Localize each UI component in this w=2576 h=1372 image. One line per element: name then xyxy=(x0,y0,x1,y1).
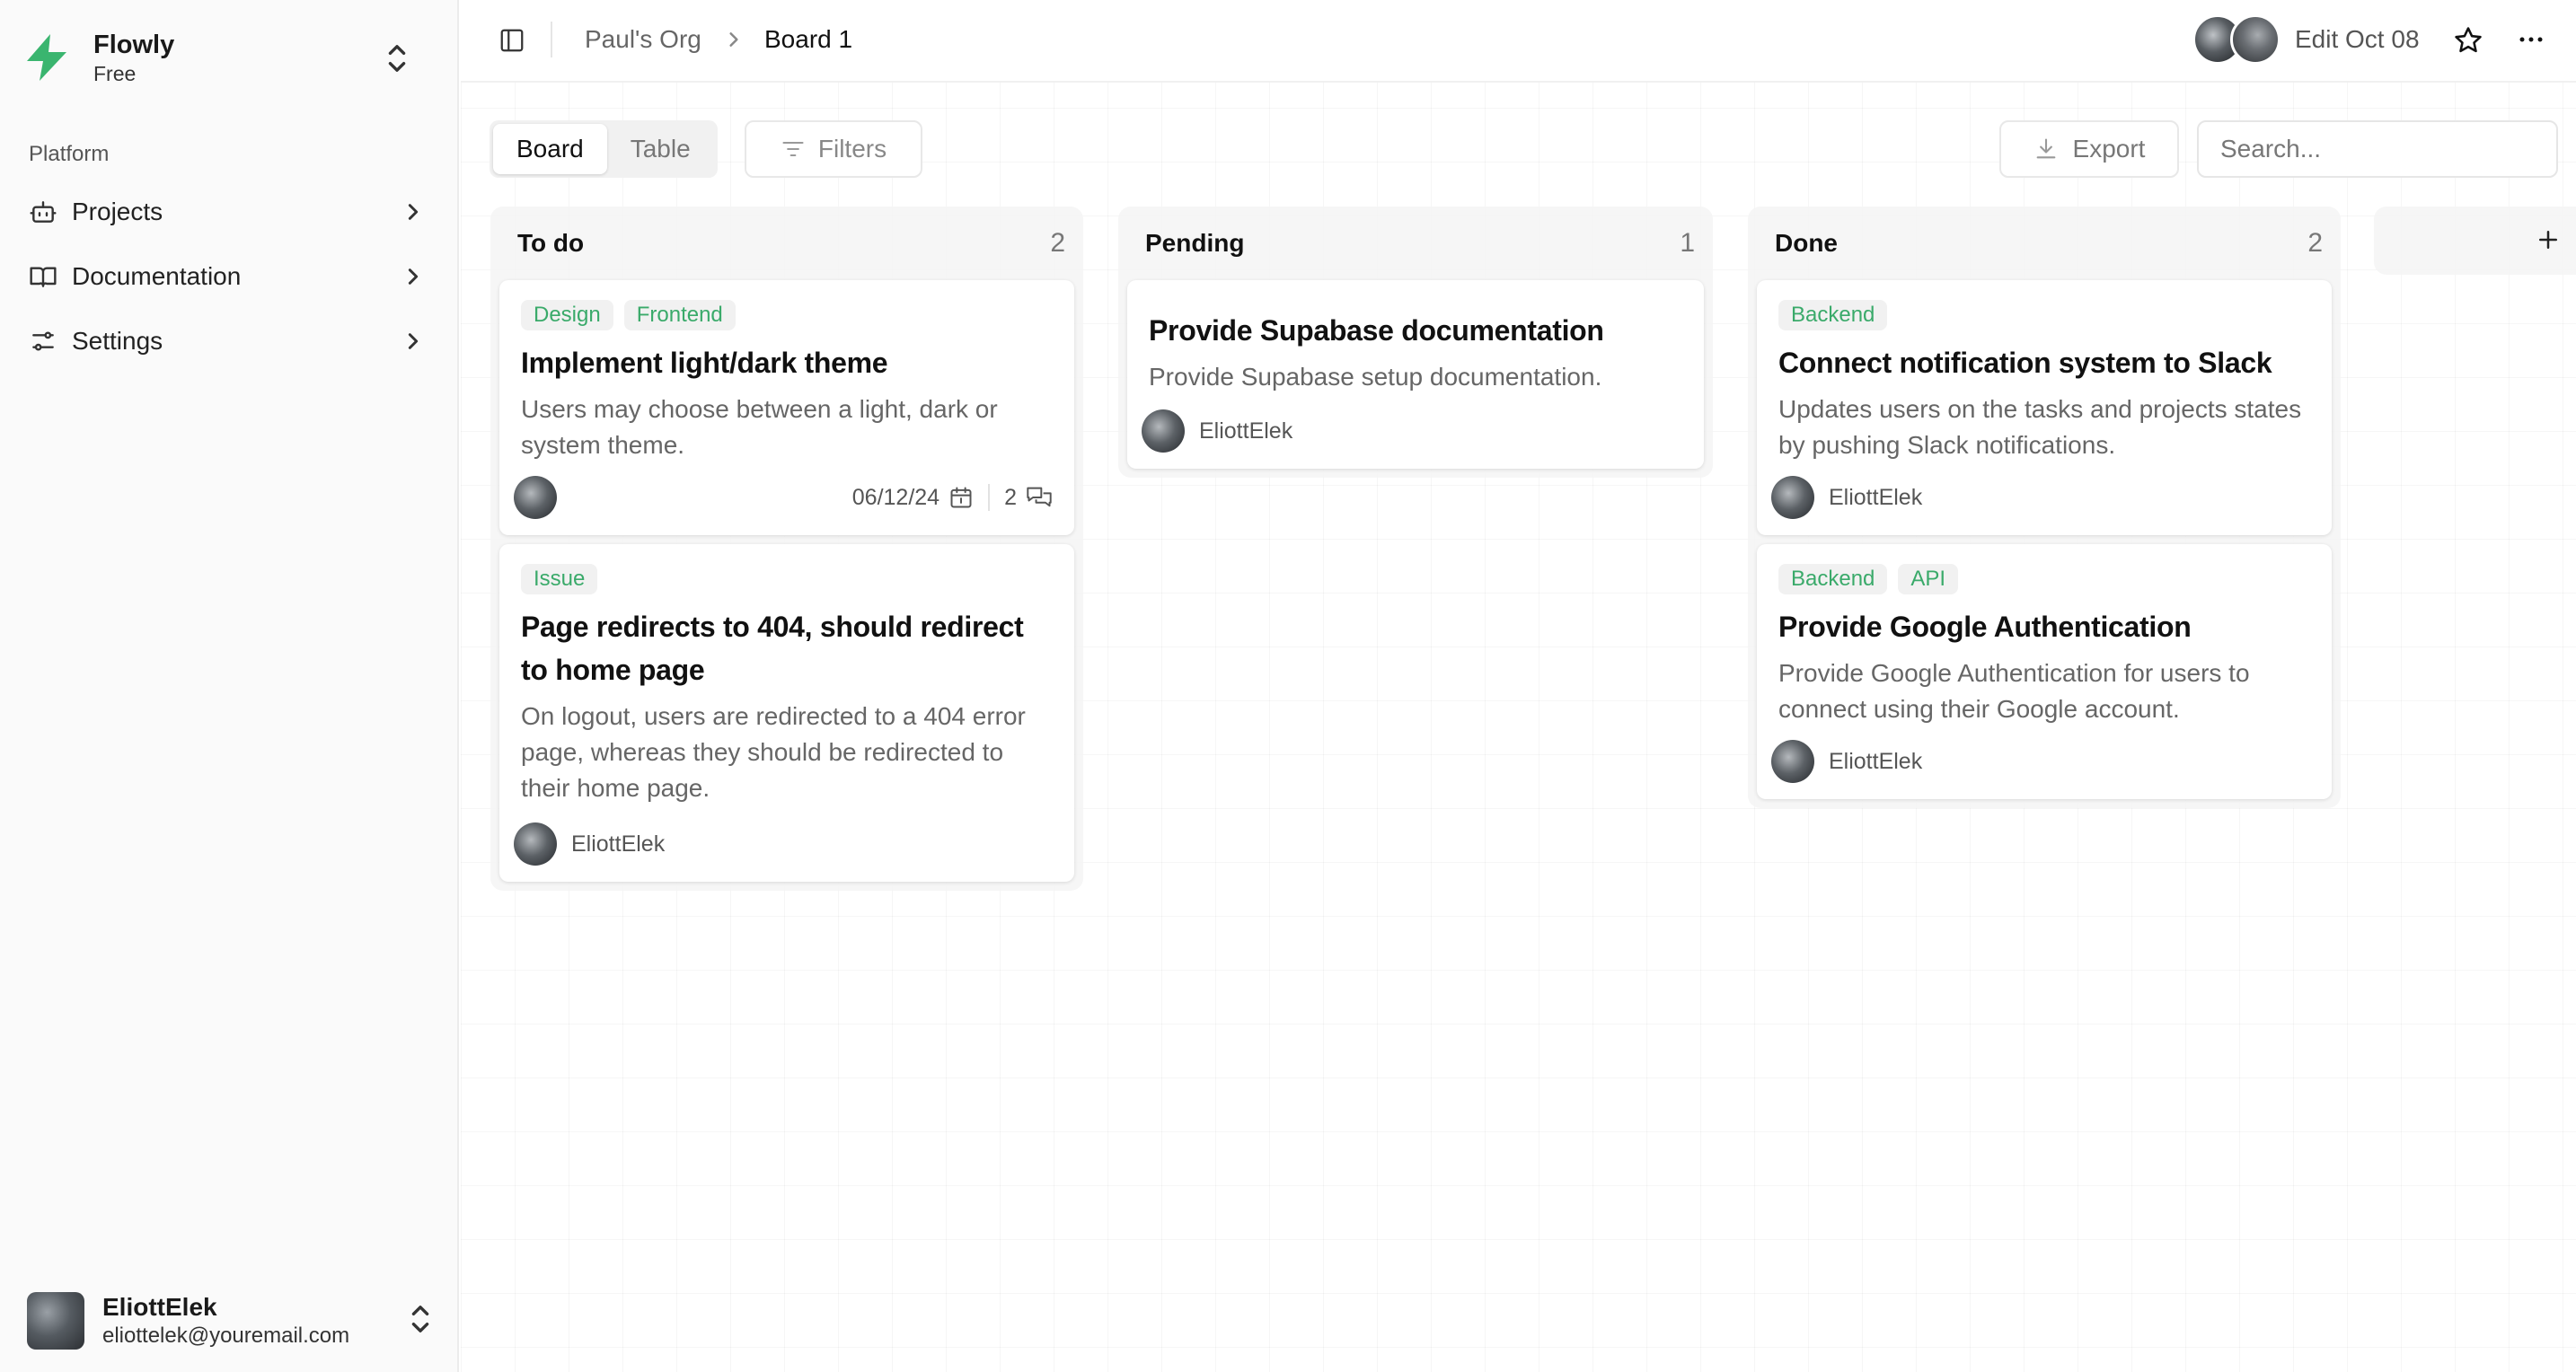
column-todo: To do 2 Design Frontend Implement light/… xyxy=(490,207,1083,891)
card-description: Updates users on the tasks and projects … xyxy=(1778,395,2302,459)
comments-icon xyxy=(1027,487,1052,507)
task-card[interactable]: Issue Page redirects to 404, should redi… xyxy=(499,544,1074,882)
card-description: Provide Supabase setup documentation. xyxy=(1149,363,1602,391)
assignee-name: EliottElek xyxy=(571,831,666,857)
workspace-plan: Free xyxy=(93,62,137,85)
sidebar-item-label: Documentation xyxy=(72,262,242,290)
tag: Backend xyxy=(1778,300,1888,330)
chevron-right-icon xyxy=(729,32,738,47)
star-icon[interactable] xyxy=(2453,25,2483,56)
tag: Issue xyxy=(521,564,598,594)
sidebar-nav: Projects Documentation Settings xyxy=(0,180,459,374)
filters-label: Filters xyxy=(817,135,887,163)
chevron-right-icon xyxy=(408,333,419,349)
divider xyxy=(988,484,991,511)
book-icon xyxy=(30,267,57,287)
column-title: To do xyxy=(517,229,585,257)
tag: API xyxy=(1898,564,1959,594)
avatar xyxy=(1142,409,1185,453)
tab-board[interactable]: Board xyxy=(493,124,607,174)
column-title: Done xyxy=(1775,229,1838,257)
column-count: 2 xyxy=(1050,228,1065,258)
sidebar-item-label: Projects xyxy=(72,198,163,225)
workspace-switcher[interactable]: Flowly Free xyxy=(23,25,437,90)
search-input[interactable] xyxy=(2197,120,2558,178)
assignee-name: EliottElek xyxy=(1829,748,1923,774)
card-title: Implement light/dark theme xyxy=(521,347,888,379)
due-date: 06/12/24 xyxy=(851,484,940,510)
download-icon xyxy=(2036,138,2055,159)
avatar xyxy=(27,1292,84,1350)
filters-button[interactable]: Filters xyxy=(745,120,922,178)
task-card[interactable]: Backend API Provide Google Authenticatio… xyxy=(1757,544,2332,799)
chevron-right-icon xyxy=(408,268,419,285)
card-title: Connect notification system to Slack xyxy=(1778,347,2272,379)
more-horizontal-icon[interactable] xyxy=(2518,31,2545,48)
sidebar-item-label: Settings xyxy=(72,327,163,355)
comment-count: 2 xyxy=(1004,484,1017,510)
filter-lines-icon xyxy=(782,141,804,157)
user-name: EliottElek xyxy=(102,1293,217,1321)
sidebar-item-documentation[interactable]: Documentation xyxy=(0,244,459,309)
view-toggle: Board Table xyxy=(490,120,718,178)
user-email: eliottelek@youremail.com xyxy=(102,1324,350,1348)
sidebar-item-settings[interactable]: Settings xyxy=(0,309,459,374)
workspace-name: Flowly xyxy=(93,31,175,59)
task-card[interactable]: Provide Supabase documentation Provide S… xyxy=(1127,280,1704,469)
calendar-icon xyxy=(950,487,972,508)
collaborator-avatars[interactable] xyxy=(2192,14,2286,66)
bot-icon xyxy=(30,201,57,223)
breadcrumb-board: Board 1 xyxy=(764,25,853,53)
column-done: Done 2 Backend Connect notification syst… xyxy=(1748,207,2341,808)
breadcrumb-org[interactable]: Paul's Org xyxy=(585,25,701,54)
card-description: Users may choose between a light, dark o… xyxy=(521,395,998,459)
task-card[interactable]: Backend Connect notification system to S… xyxy=(1757,280,2332,535)
plus-icon xyxy=(2539,231,2557,249)
edit-date: Edit Oct 08 xyxy=(2295,25,2420,53)
chevrons-up-down-icon xyxy=(411,1306,429,1332)
tag: Frontend xyxy=(623,300,736,330)
avatar xyxy=(514,476,557,519)
sliders-icon xyxy=(32,331,54,351)
avatar xyxy=(1771,476,1814,519)
column-count: 1 xyxy=(1680,228,1695,258)
sidebar-item-projects[interactable]: Projects xyxy=(0,180,459,244)
sidebar-toggle-icon[interactable] xyxy=(498,27,525,54)
avatar xyxy=(1771,740,1814,783)
lightning-logo-icon xyxy=(27,34,66,81)
avatar xyxy=(2230,14,2280,65)
main-area: Paul's Org Board 1 Edit Oct 08 Board Tab… xyxy=(461,0,2576,1372)
chevrons-up-down-icon xyxy=(388,45,406,72)
export-button[interactable]: Export xyxy=(1999,120,2179,178)
card-description: Provide Google Authentication for users … xyxy=(1778,659,2250,723)
card-title: Provide Google Authentication xyxy=(1778,611,2192,643)
section-label-platform: Platform xyxy=(29,142,110,166)
task-card[interactable]: Design Frontend Implement light/dark the… xyxy=(499,280,1074,535)
column-count: 2 xyxy=(2307,228,2323,258)
topbar: Paul's Org Board 1 Edit Oct 08 xyxy=(461,0,2576,83)
export-label: Export xyxy=(2072,135,2146,163)
chevron-right-icon xyxy=(408,204,419,220)
assignee-name: EliottElek xyxy=(1829,484,1923,510)
column-pending: Pending 1 Provide Supabase documentation… xyxy=(1118,207,1713,478)
add-column-button[interactable] xyxy=(2374,207,2576,275)
column-title: Pending xyxy=(1145,229,1245,257)
divider xyxy=(551,22,552,57)
assignee-name: EliottElek xyxy=(1199,418,1293,444)
tab-table[interactable]: Table xyxy=(607,124,714,174)
user-menu[interactable]: EliottElek eliottelek@youremail.com xyxy=(27,1289,440,1352)
tag: Backend xyxy=(1778,564,1888,594)
card-description: On logout, users are redirected to a 404… xyxy=(521,702,1026,802)
avatar xyxy=(514,822,557,866)
card-title: Provide Supabase documentation xyxy=(1149,314,1604,347)
tag: Design xyxy=(521,300,613,330)
sidebar: Flowly Free Platform Projects Documentat… xyxy=(0,0,459,1372)
card-title: Page redirects to 404, should redirect t… xyxy=(521,611,1024,686)
